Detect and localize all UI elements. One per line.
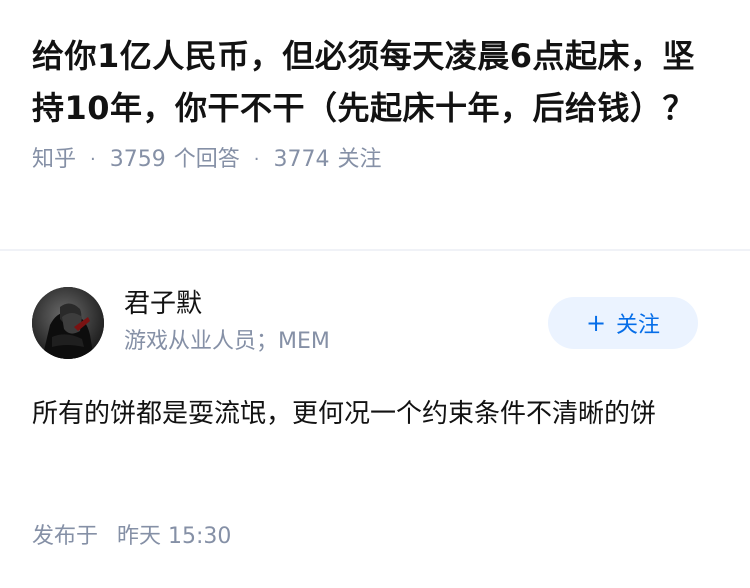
- published-label: 发布于: [32, 524, 99, 549]
- question-title[interactable]: 给你1亿人民币，但必须每天凌晨6点起床，坚持10年，你干不干（先起床十年，后给钱…: [32, 30, 722, 134]
- meta-separator: ·: [253, 149, 260, 170]
- author-name[interactable]: 君子默: [124, 287, 202, 321]
- follow-count-label[interactable]: 关注: [338, 144, 382, 176]
- question-meta: 知乎 · 3759 个回答 · 3774 关注: [32, 144, 722, 176]
- meta-separator: ·: [90, 149, 96, 170]
- avatar[interactable]: [32, 287, 104, 359]
- author-card: 君子默 游戏从业人员；MEM + 关注: [32, 287, 698, 359]
- section-divider: [0, 249, 750, 251]
- answer-count-label[interactable]: 个回答: [174, 144, 240, 176]
- answer-content[interactable]: 所有的饼都是耍流氓，更何况一个约束条件不清晰的饼: [32, 390, 718, 438]
- follow-button[interactable]: + 关注: [548, 297, 698, 349]
- avatar-photo-icon: [32, 287, 104, 359]
- author-bio: 游戏从业人员；MEM: [124, 329, 330, 354]
- publish-info: 发布于 昨天 15:30: [32, 522, 231, 552]
- question-header: 给你1亿人民币，但必须每天凌晨6点起床，坚持10年，你干不干（先起床十年，后给钱…: [32, 30, 722, 176]
- follow-button-label: 关注: [616, 313, 661, 338]
- follow-count[interactable]: 3774: [274, 144, 330, 176]
- published-time: 昨天 15:30: [117, 524, 232, 549]
- answer-count[interactable]: 3759: [110, 144, 166, 176]
- source-label[interactable]: 知乎: [32, 144, 76, 176]
- plus-icon: +: [585, 309, 607, 337]
